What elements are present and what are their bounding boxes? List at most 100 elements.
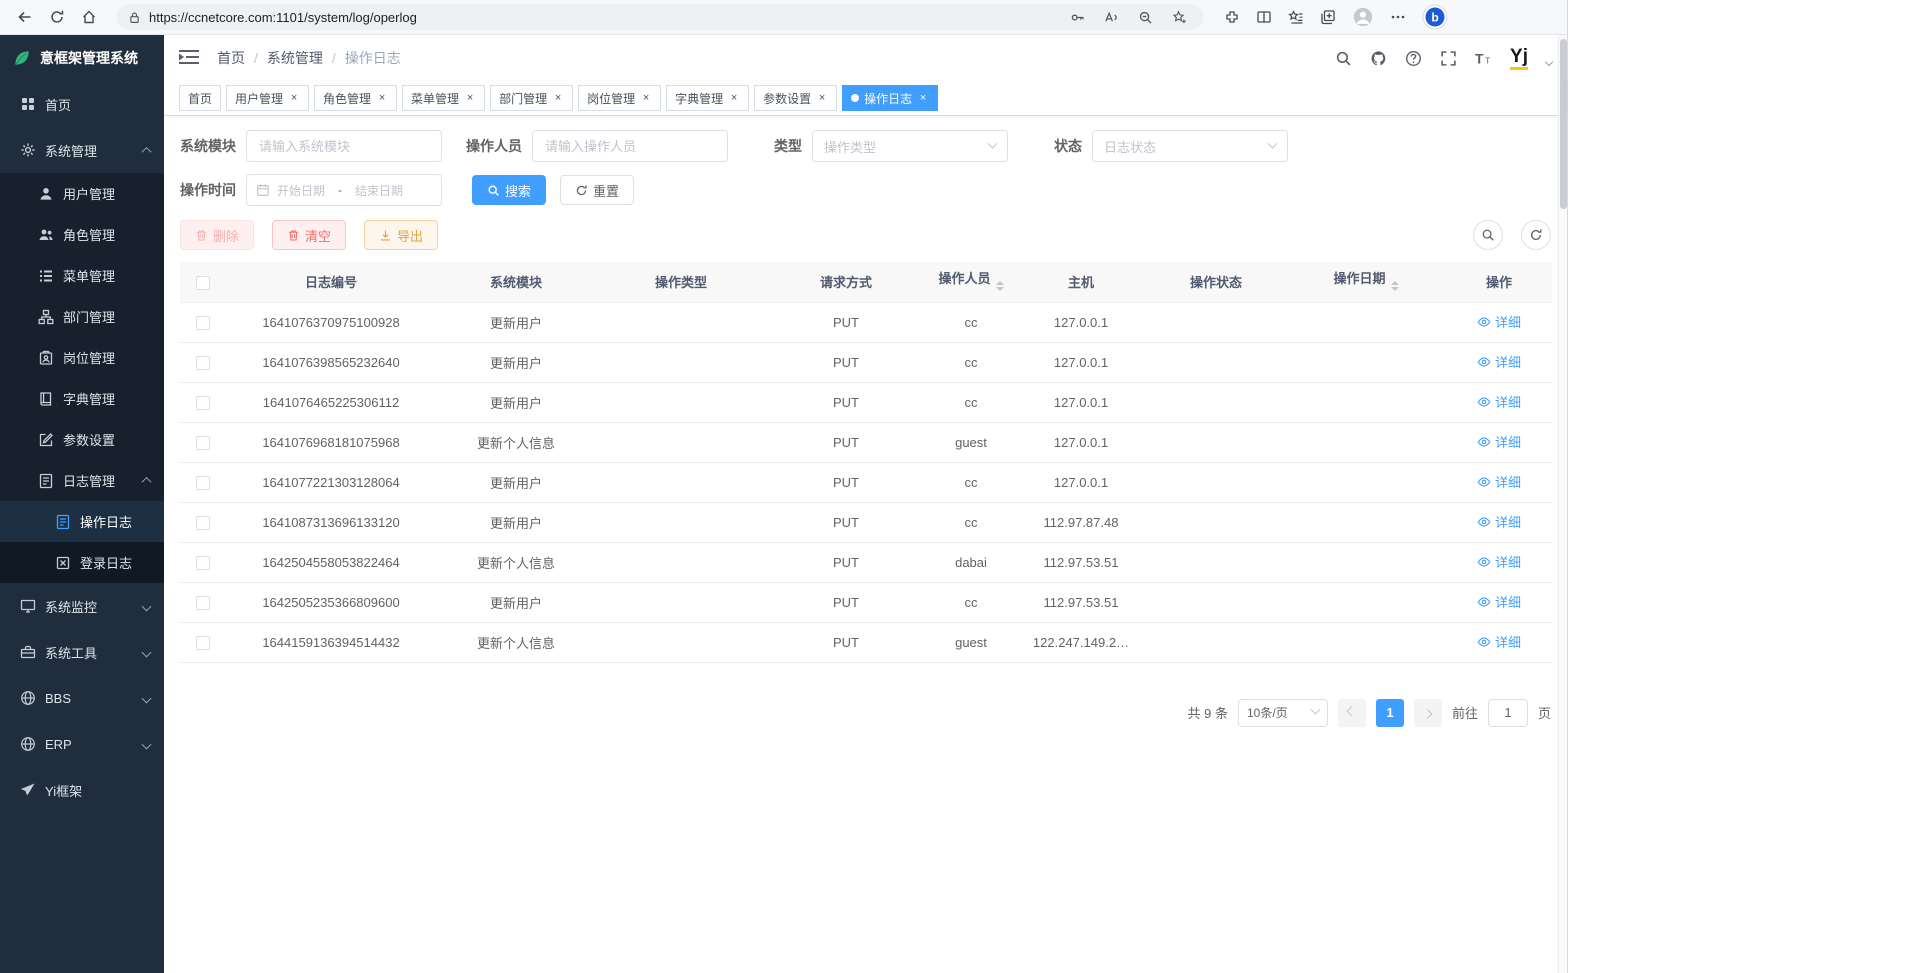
tab-home[interactable]: 首页 [179, 85, 221, 111]
split-screen-icon[interactable] [1256, 9, 1272, 25]
row-checkbox[interactable] [196, 316, 210, 330]
export-button[interactable]: 导出 [364, 220, 438, 250]
page-size-select[interactable]: 10条/页 [1238, 699, 1328, 727]
select-all-checkbox[interactable] [196, 276, 210, 290]
refresh-table-button[interactable] [1521, 220, 1551, 250]
sidebar-item-bbs[interactable]: BBS [0, 675, 164, 721]
sidebar-item-log-mgmt[interactable]: 日志管理 [0, 460, 164, 501]
delete-button[interactable]: 删除 [180, 220, 254, 250]
sidebar-item-dict-mgmt[interactable]: 字典管理 [0, 378, 164, 419]
status-select[interactable]: 日志状态 [1092, 130, 1288, 162]
sidebar-item-post-mgmt[interactable]: 岗位管理 [0, 337, 164, 378]
row-checkbox[interactable] [196, 516, 210, 530]
favorites-icon[interactable] [1288, 9, 1304, 25]
sidebar-item-menu-mgmt[interactable]: 菜单管理 [0, 255, 164, 296]
row-checkbox[interactable] [196, 596, 210, 610]
detail-link[interactable]: 详细 [1477, 552, 1521, 571]
close-icon[interactable] [288, 92, 300, 104]
sidebar-item-system[interactable]: 系统管理 [0, 127, 164, 173]
collections-icon[interactable] [1320, 9, 1336, 25]
next-page-button[interactable] [1414, 699, 1442, 727]
close-icon[interactable] [728, 92, 740, 104]
detail-link[interactable]: 详细 [1477, 592, 1521, 611]
goto-page-input[interactable] [1488, 699, 1528, 727]
favorite-star-icon[interactable] [1166, 6, 1192, 28]
tab-oper-log[interactable]: 操作日志 [842, 85, 938, 111]
tab-param-settings[interactable]: 参数设置 [754, 85, 837, 111]
row-checkbox[interactable] [196, 436, 210, 450]
sort-icon[interactable] [1391, 277, 1399, 295]
close-icon[interactable] [464, 92, 476, 104]
sidebar-item-erp[interactable]: ERP [0, 721, 164, 767]
font-size-icon[interactable]: TT [1475, 50, 1492, 67]
detail-link[interactable]: 详细 [1477, 472, 1521, 491]
refresh-icon[interactable] [42, 3, 72, 31]
row-checkbox[interactable] [196, 556, 210, 570]
row-checkbox[interactable] [196, 396, 210, 410]
tab-menu-mgmt[interactable]: 菜单管理 [402, 85, 485, 111]
date-range-picker[interactable]: 开始日期 - 结束日期 [246, 174, 442, 206]
detail-link[interactable]: 详细 [1477, 352, 1521, 371]
row-checkbox[interactable] [196, 636, 210, 650]
breadcrumb-home[interactable]: 首页 [217, 48, 245, 68]
sidebar-item-tools[interactable]: 系统工具 [0, 629, 164, 675]
github-icon[interactable] [1370, 50, 1387, 67]
back-icon[interactable] [10, 3, 40, 31]
extensions-icon[interactable] [1224, 9, 1240, 25]
detail-link[interactable]: 详细 [1477, 312, 1521, 331]
sidebar-toggle-icon[interactable] [179, 48, 201, 68]
col-operator[interactable]: 操作人员 [926, 262, 1016, 302]
close-icon[interactable] [640, 92, 652, 104]
sidebar-item-role-mgmt[interactable]: 角色管理 [0, 214, 164, 255]
sidebar-item-home[interactable]: 首页 [0, 81, 164, 127]
zoom-out-icon[interactable] [1132, 6, 1158, 28]
sidebar-item-oper-log[interactable]: 操作日志 [0, 501, 164, 542]
tab-dept-mgmt[interactable]: 部门管理 [490, 85, 573, 111]
col-date[interactable]: 操作日期 [1286, 262, 1446, 302]
tab-dict-mgmt[interactable]: 字典管理 [666, 85, 749, 111]
page-number-current[interactable]: 1 [1376, 699, 1404, 727]
sidebar-item-user-mgmt[interactable]: 用户管理 [0, 173, 164, 214]
sidebar-item-param-settings[interactable]: 参数设置 [0, 419, 164, 460]
search-icon[interactable] [1335, 50, 1352, 67]
close-icon[interactable] [376, 92, 388, 104]
sidebar-item-dept-mgmt[interactable]: 部门管理 [0, 296, 164, 337]
fullscreen-icon[interactable] [1440, 50, 1457, 67]
chevron-down-icon[interactable] [1545, 58, 1553, 66]
detail-link[interactable]: 详细 [1477, 632, 1521, 651]
module-input[interactable] [246, 130, 442, 162]
sidebar-item-yi-framework[interactable]: Yi框架 [0, 767, 164, 813]
tab-role-mgmt[interactable]: 角色管理 [314, 85, 397, 111]
type-select[interactable]: 操作类型 [812, 130, 1008, 162]
profile-avatar[interactable] [1352, 6, 1374, 28]
browser-menu-icon[interactable] [1390, 9, 1406, 25]
scrollbar-track[interactable] [1558, 35, 1567, 973]
password-key-icon[interactable] [1064, 6, 1090, 28]
copilot-icon[interactable]: b [1422, 4, 1448, 30]
tab-post-mgmt[interactable]: 岗位管理 [578, 85, 661, 111]
detail-link[interactable]: 详细 [1477, 512, 1521, 531]
detail-link[interactable]: 详细 [1477, 432, 1521, 451]
reset-button[interactable]: 重置 [560, 175, 634, 205]
sort-icon[interactable] [996, 277, 1004, 295]
detail-link[interactable]: 详细 [1477, 392, 1521, 411]
operator-input[interactable] [532, 130, 728, 162]
search-button[interactable]: 搜索 [472, 175, 546, 205]
scrollbar-thumb[interactable] [1560, 39, 1567, 209]
yj-logo[interactable]: Yj [1510, 47, 1528, 70]
close-icon[interactable] [917, 92, 929, 104]
close-icon[interactable] [816, 92, 828, 104]
read-aloud-icon[interactable] [1098, 6, 1124, 28]
close-icon[interactable] [552, 92, 564, 104]
help-icon[interactable] [1405, 50, 1422, 67]
address-bar[interactable]: https://ccnetcore.com:1101/system/log/op… [116, 4, 1204, 30]
clear-button[interactable]: 清空 [272, 220, 346, 250]
prev-page-button[interactable] [1338, 699, 1366, 727]
toggle-search-button[interactable] [1473, 220, 1503, 250]
tab-user-mgmt[interactable]: 用户管理 [226, 85, 309, 111]
sidebar-item-monitor[interactable]: 系统监控 [0, 583, 164, 629]
row-checkbox[interactable] [196, 356, 210, 370]
sidebar-item-login-log[interactable]: 登录日志 [0, 542, 164, 583]
home-icon[interactable] [74, 3, 104, 31]
breadcrumb-system[interactable]: 系统管理 [267, 48, 323, 68]
